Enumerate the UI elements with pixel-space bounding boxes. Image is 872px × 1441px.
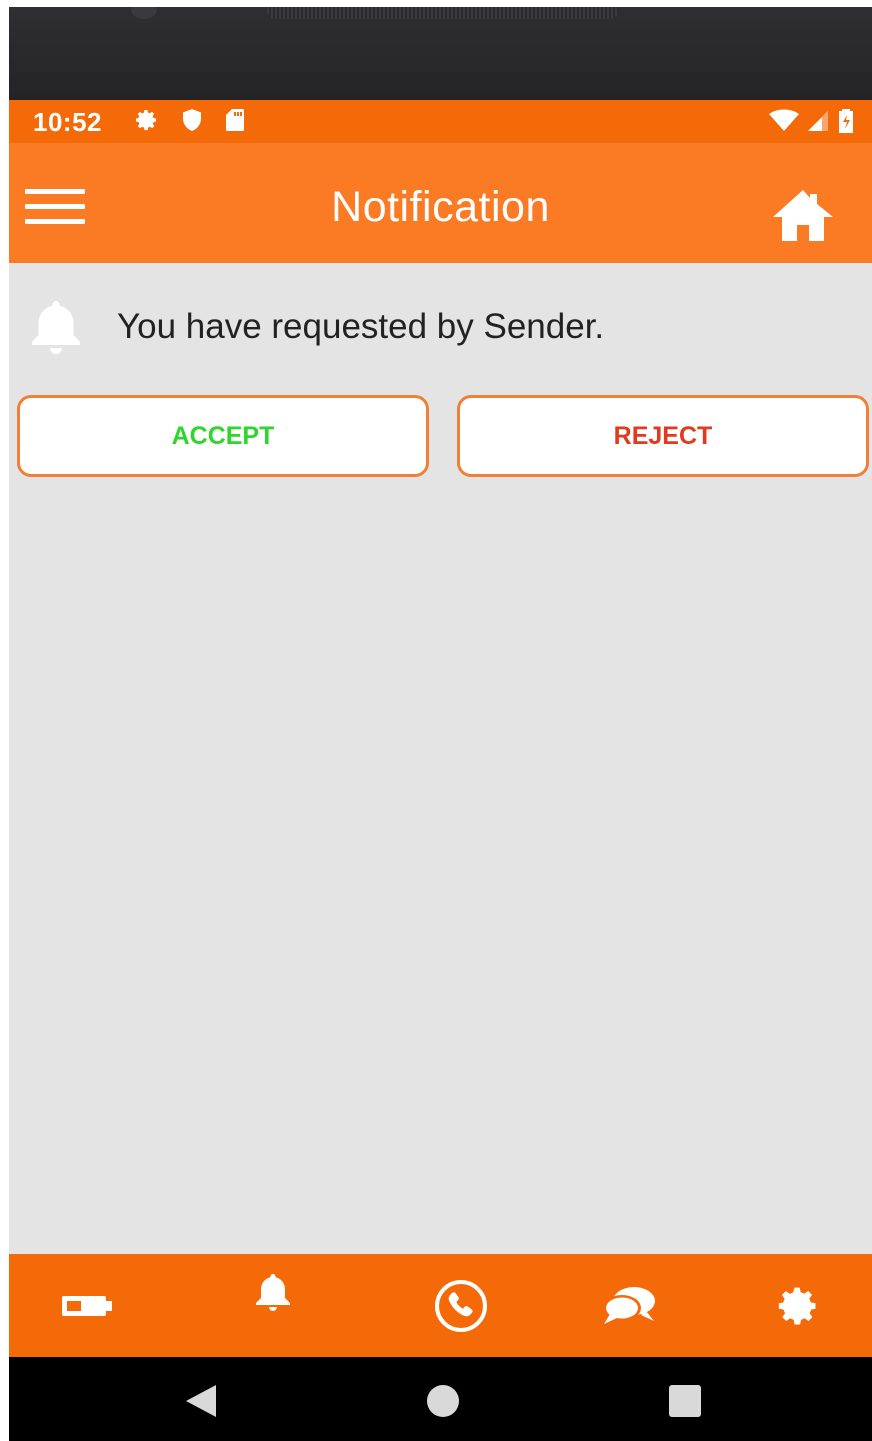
bell-icon <box>32 301 80 354</box>
home-button[interactable] <box>770 187 836 243</box>
recents-icon <box>669 1385 701 1417</box>
bottom-nav-calls[interactable] <box>411 1254 511 1357</box>
settings-icon <box>778 1287 816 1325</box>
battery-icon <box>836 108 856 139</box>
home-circle-icon <box>427 1385 459 1417</box>
notification-list: You have requested by Sender. ACCEPT REJ… <box>9 263 872 1254</box>
bell-icon <box>256 1274 290 1311</box>
front-camera <box>131 7 157 19</box>
wifi-icon <box>768 109 800 138</box>
notification-item: You have requested by Sender. <box>29 293 849 363</box>
home-icon <box>773 190 833 241</box>
app-bar: Notification <box>9 143 872 263</box>
phone-icon <box>435 1279 487 1332</box>
phone-device: 10:52 Notification You have requested by… <box>9 7 872 1441</box>
signal-icon <box>806 109 830 138</box>
back-button[interactable] <box>179 1379 223 1423</box>
system-navigation-bar <box>9 1357 872 1441</box>
page-title: Notification <box>331 183 550 231</box>
bottom-nav-battery[interactable] <box>37 1254 137 1357</box>
chat-icon <box>603 1286 655 1324</box>
bottom-nav-settings[interactable] <box>749 1254 849 1357</box>
status-time: 10:52 <box>33 107 102 137</box>
sd-card-icon <box>225 108 245 137</box>
phone-bezel <box>9 7 872 100</box>
bottom-navigation <box>9 1254 872 1357</box>
shield-icon <box>181 108 203 137</box>
notification-message: You have requested by Sender. <box>117 307 605 346</box>
status-bar: 10:52 <box>9 100 872 143</box>
recents-button[interactable] <box>663 1379 707 1423</box>
bottom-nav-notifications[interactable] <box>223 1254 323 1357</box>
settings-icon <box>135 108 159 137</box>
back-icon <box>186 1385 216 1417</box>
status-icons-left <box>135 108 245 137</box>
accept-button[interactable]: ACCEPT <box>17 395 429 477</box>
reject-button[interactable]: REJECT <box>457 395 869 477</box>
status-icons-right <box>768 108 856 139</box>
home-nav-button[interactable] <box>421 1379 465 1423</box>
earpiece-speaker <box>267 7 619 19</box>
battery-icon <box>62 1295 112 1316</box>
bottom-nav-chat[interactable] <box>579 1254 679 1357</box>
